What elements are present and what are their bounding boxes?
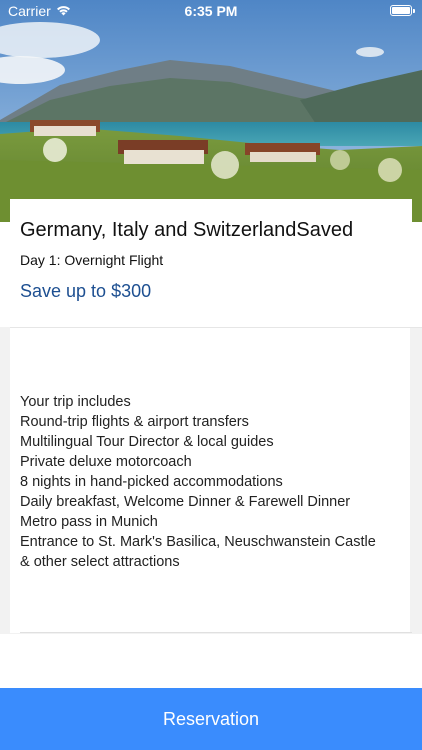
includes-line: Private deluxe motorcoach <box>20 454 192 470</box>
trip-details-section: Your trip includes Round-trip flights & … <box>0 327 422 634</box>
includes-line: Multilingual Tour Director & local guide… <box>20 434 274 450</box>
status-bar: Carrier 6:35 PM <box>0 0 422 22</box>
status-time: 6:35 PM <box>184 3 238 19</box>
trip-title: Germany, Italy and SwitzerlandSaved <box>20 219 354 241</box>
trip-details-card: Your trip includes Round-trip flights & … <box>10 327 410 633</box>
includes-line: Daily breakfast, Welcome Dinner & Farewe… <box>20 494 351 510</box>
trip-header-card: Germany, Italy and SwitzerlandSaved Day … <box>10 199 412 327</box>
includes-line: & other select attractions <box>20 554 180 570</box>
includes-line: Entrance to St. Mark's Basilica, Neuschw… <box>20 534 376 550</box>
includes-line: 8 nights in hand-picked accommodations <box>20 474 283 490</box>
includes-line: Your trip includes <box>20 394 131 410</box>
promo-text: Save up to $300 <box>20 281 152 301</box>
trip-day: Day 1: Overnight Flight <box>20 252 164 268</box>
includes-line: Metro pass in Munich <box>20 514 158 530</box>
battery-icon <box>390 5 415 16</box>
includes-line: Round-trip flights & airport transfers <box>20 414 249 430</box>
reservation-button[interactable]: Reservation <box>0 688 422 750</box>
divider <box>20 632 412 633</box>
includes-list: Your trip includes Round-trip flights & … <box>20 392 400 572</box>
hero-image <box>0 0 422 222</box>
divider <box>10 327 422 328</box>
